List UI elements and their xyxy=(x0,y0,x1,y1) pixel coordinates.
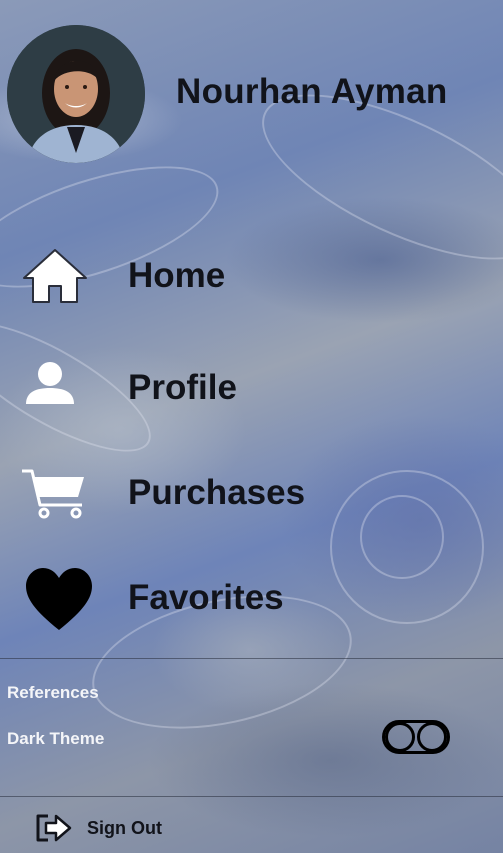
divider xyxy=(0,796,503,797)
profile-photo-icon xyxy=(7,25,145,163)
avatar[interactable] xyxy=(7,25,145,163)
references-link[interactable]: References xyxy=(7,683,99,703)
menu-item-favorites[interactable]: Favorites xyxy=(0,558,503,638)
heart-icon xyxy=(26,568,92,630)
sign-out-label: Sign Out xyxy=(87,818,162,838)
home-icon xyxy=(23,249,87,303)
menu-item-home[interactable]: Home xyxy=(0,236,503,316)
person-icon xyxy=(26,362,74,404)
menu-item-label: Favorites xyxy=(128,578,284,617)
menu-item-profile[interactable]: Profile xyxy=(0,348,503,428)
cart-icon xyxy=(22,469,84,519)
sign-out-button[interactable]: Sign Out xyxy=(30,808,230,848)
dark-theme-label: Dark Theme xyxy=(7,729,105,748)
profile-header: Nourhan Ayman xyxy=(0,0,503,190)
user-name: Nourhan Ayman xyxy=(176,72,448,111)
menu-item-label: Home xyxy=(128,256,226,295)
divider xyxy=(0,658,503,659)
menu-item-label: Profile xyxy=(128,368,237,407)
menu-item-purchases[interactable]: Purchases xyxy=(0,453,503,533)
dark-theme-toggle[interactable] xyxy=(382,720,450,754)
sign-out-icon xyxy=(36,814,72,842)
menu-item-label: Purchases xyxy=(128,473,306,512)
